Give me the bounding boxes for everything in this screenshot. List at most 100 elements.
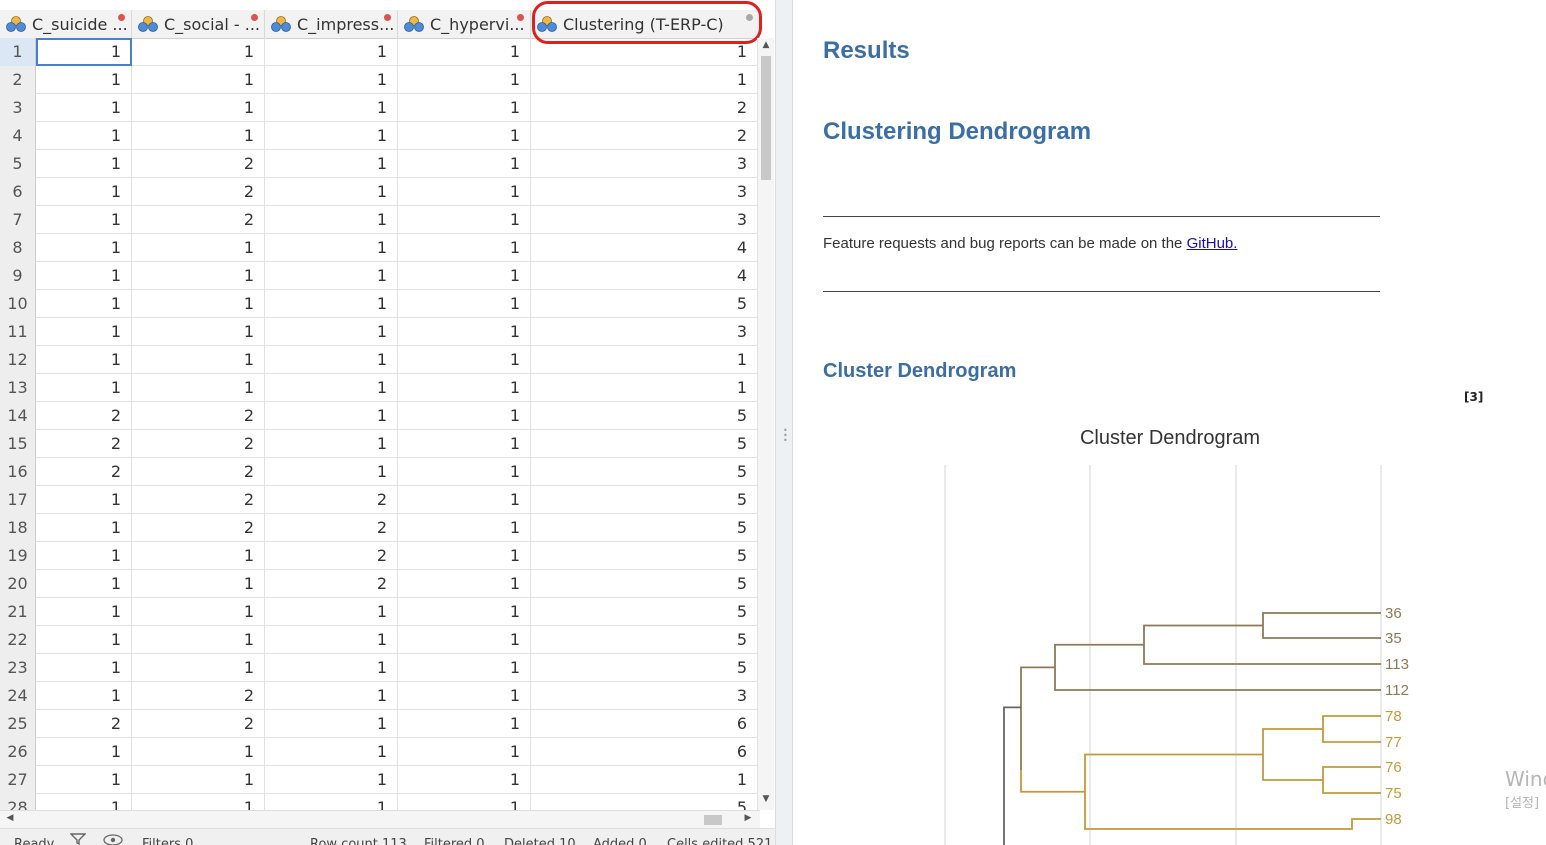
table-cell[interactable]: 1	[36, 318, 132, 346]
table-cell[interactable]: 1	[132, 598, 265, 626]
table-cell[interactable]: 5	[531, 626, 758, 654]
row-number[interactable]: 11	[0, 318, 36, 346]
row-number[interactable]: 9	[0, 262, 36, 290]
data-grid[interactable]: C_suicide ... C_social - ... C_impress... C…	[0, 0, 775, 845]
table-row[interactable]: 712113	[0, 206, 760, 234]
table-cell[interactable]: 1	[132, 542, 265, 570]
table-cell[interactable]: 1	[132, 318, 265, 346]
table-cell[interactable]: 1	[398, 346, 531, 374]
table-cell[interactable]: 1	[36, 234, 132, 262]
table-row[interactable]: 28 1 1 1 1 5	[0, 794, 760, 810]
row-number[interactable]: 1	[0, 38, 36, 66]
table-cell[interactable]: 1	[398, 38, 531, 66]
table-cell[interactable]: 2	[132, 710, 265, 738]
row-number[interactable]: 7	[0, 206, 36, 234]
row-number[interactable]: 26	[0, 738, 36, 766]
table-cell[interactable]: 2	[531, 94, 758, 122]
table-row[interactable]: 22 1 1 1 1 5	[0, 626, 760, 654]
table-cell[interactable]: 2	[36, 458, 132, 486]
table-cell[interactable]: 5	[531, 542, 758, 570]
table-cell[interactable]: 1	[36, 542, 132, 570]
table-cell[interactable]: 5	[531, 794, 758, 810]
table-cell[interactable]: 1	[531, 346, 758, 374]
table-cell[interactable]: 6	[531, 710, 758, 738]
table-cell[interactable]: 1	[265, 710, 398, 738]
table-cell[interactable]: 1	[132, 290, 265, 318]
table-cell[interactable]: 1	[265, 178, 398, 206]
row-number[interactable]: 18	[0, 514, 36, 542]
table-cell[interactable]: 1	[531, 766, 758, 794]
table-cell[interactable]: 1	[265, 626, 398, 654]
table-cell[interactable]: 1	[265, 318, 398, 346]
row-number[interactable]: 22	[0, 626, 36, 654]
table-cell[interactable]: 2	[265, 542, 398, 570]
github-link[interactable]: GitHub.	[1187, 235, 1238, 252]
table-cell[interactable]: 1	[398, 766, 531, 794]
table-cell[interactable]: 4	[531, 262, 758, 290]
table-cell[interactable]: 1	[36, 262, 132, 290]
table-cell[interactable]: 3	[531, 318, 758, 346]
table-cell[interactable]: 1	[265, 766, 398, 794]
table-cell[interactable]: 1	[36, 794, 132, 810]
table-cell[interactable]: 5	[531, 486, 758, 514]
table-cell[interactable]: 1	[398, 178, 531, 206]
table-cell[interactable]: 1	[265, 38, 398, 66]
row-number[interactable]: 23	[0, 654, 36, 682]
column-header-2[interactable]: C_social - ...	[132, 10, 265, 38]
table-cell[interactable]: 1	[531, 374, 758, 402]
table-cell[interactable]: 1	[132, 94, 265, 122]
table-cell[interactable]: 1	[398, 318, 531, 346]
table-cell[interactable]: 5	[531, 402, 758, 430]
table-row[interactable]: 612113	[0, 178, 760, 206]
table-cell[interactable]: 2	[132, 458, 265, 486]
table-cell[interactable]: 2	[132, 402, 265, 430]
table-cell[interactable]: 1	[36, 94, 132, 122]
pane-splitter[interactable]: • • •	[775, 0, 793, 845]
table-cell[interactable]: 2	[265, 570, 398, 598]
table-row[interactable]: 11 1 1 1 1 3	[0, 318, 760, 346]
table-row[interactable]: 21 1 1 1 1 5	[0, 598, 760, 626]
table-cell[interactable]: 1	[36, 738, 132, 766]
table-row[interactable]: 25 2 2 1 1 6	[0, 710, 760, 738]
table-cell[interactable]: 1	[265, 290, 398, 318]
table-cell[interactable]: 1	[132, 38, 265, 66]
table-cell[interactable]: 1	[398, 374, 531, 402]
data-rows[interactable]: 1111112111113111124111125121136121137121…	[0, 38, 760, 810]
row-number[interactable]: 21	[0, 598, 36, 626]
table-row[interactable]: 811114	[0, 234, 760, 262]
scroll-down-icon[interactable]: ▼	[758, 794, 774, 804]
table-cell[interactable]: 1	[398, 598, 531, 626]
table-cell[interactable]: 3	[531, 206, 758, 234]
table-cell[interactable]: 1	[265, 94, 398, 122]
table-row[interactable]: 13 1 1 1 1 1	[0, 374, 760, 402]
table-cell[interactable]: 3	[531, 150, 758, 178]
table-cell[interactable]: 1	[398, 738, 531, 766]
table-row[interactable]: 26 1 1 1 1 6	[0, 738, 760, 766]
table-cell[interactable]: 1	[265, 122, 398, 150]
table-row[interactable]: 311112	[0, 94, 760, 122]
table-cell[interactable]: 2	[132, 430, 265, 458]
row-number[interactable]: 27	[0, 766, 36, 794]
table-cell[interactable]: 2	[36, 710, 132, 738]
table-row[interactable]: 10 1 1 1 1 5	[0, 290, 760, 318]
table-cell[interactable]: 1	[132, 766, 265, 794]
table-cell[interactable]: 1	[36, 38, 132, 66]
row-number[interactable]: 17	[0, 486, 36, 514]
row-number[interactable]: 24	[0, 682, 36, 710]
row-number[interactable]: 25	[0, 710, 36, 738]
table-cell[interactable]: 1	[265, 262, 398, 290]
table-cell[interactable]: 3	[531, 178, 758, 206]
table-cell[interactable]: 2	[132, 514, 265, 542]
row-number[interactable]: 16	[0, 458, 36, 486]
table-cell[interactable]: 1	[132, 374, 265, 402]
table-cell[interactable]: 5	[531, 290, 758, 318]
scroll-right-icon[interactable]: ▶	[740, 813, 756, 823]
horizontal-scrollbar[interactable]: ◀ ▶	[0, 810, 760, 829]
table-cell[interactable]: 2	[132, 150, 265, 178]
row-number[interactable]: 3	[0, 94, 36, 122]
table-cell[interactable]: 1	[398, 794, 531, 810]
table-cell[interactable]: 1	[398, 290, 531, 318]
filter-icon[interactable]	[69, 833, 87, 845]
table-cell[interactable]: 1	[36, 178, 132, 206]
table-cell[interactable]: 1	[132, 122, 265, 150]
